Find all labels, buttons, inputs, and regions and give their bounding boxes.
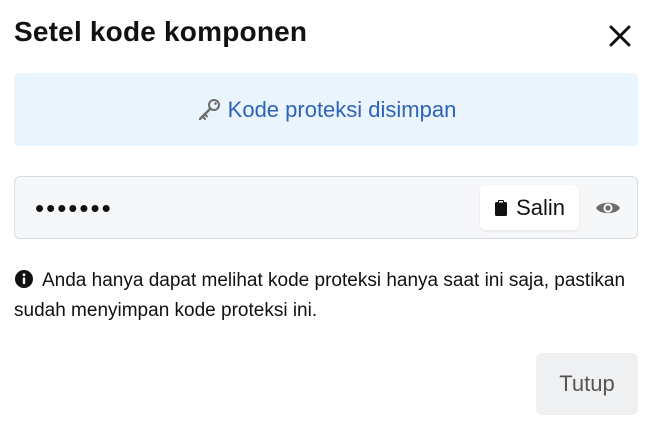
info-icon (15, 270, 33, 288)
copy-button-label: Salin (516, 194, 565, 220)
clipboard-icon (495, 199, 508, 216)
dialog-title: Setel kode komponen (14, 16, 308, 47)
close-dialog-label: Tutup (559, 371, 615, 396)
close-button[interactable] (606, 22, 634, 50)
info-note-text: Anda hanya dapat melihat kode proteksi h… (14, 270, 626, 321)
protection-code-dialog: Setel kode komponen Kode proteksi disimp… (0, 0, 654, 424)
key-icon (196, 97, 222, 123)
eye-icon (596, 202, 620, 214)
info-note: Anda hanya dapat melihat kode proteksi h… (14, 266, 634, 326)
protection-code-field[interactable]: ••••••• Salin (14, 176, 638, 239)
close-icon (609, 25, 631, 47)
protection-code-value: ••••••• (35, 193, 113, 223)
saved-banner: Kode proteksi disimpan (14, 73, 638, 146)
reveal-code-button[interactable] (595, 196, 621, 220)
banner-text: Kode proteksi disimpan (227, 96, 457, 122)
close-dialog-button[interactable]: Tutup (536, 353, 638, 415)
copy-button[interactable]: Salin (480, 185, 579, 230)
